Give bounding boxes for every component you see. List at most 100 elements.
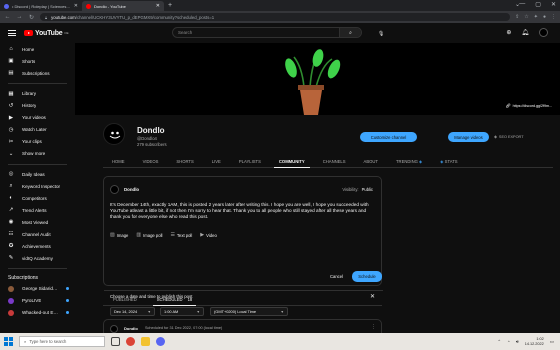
clock[interactable]: 1:02 14.12.2022 (525, 337, 544, 347)
close-icon[interactable]: ✕ (156, 3, 160, 9)
maximize-icon[interactable]: ▢ (535, 1, 541, 8)
url-field[interactable]: 🔒︎ youtube.com/channel/UCKHY3UVYTU_p_dEP… (40, 13, 511, 21)
scheduled-count: 18 (187, 297, 193, 302)
close-icon[interactable]: ✕ (74, 3, 78, 9)
text-poll-button[interactable]: ☰ Text poll (170, 232, 192, 238)
sidebar-item-most-viewed[interactable]: ◉ Most Viewed (0, 216, 75, 228)
window-controls: — ▢ ✕ (519, 1, 556, 8)
sidebar-item-keyword-inspector[interactable]: ⌕ Keyword Inspector (0, 180, 75, 192)
youtube-logo[interactable]: YouTube DE (24, 30, 69, 37)
date-select[interactable]: Dec 14, 2024 ▼ (110, 307, 155, 316)
schedule-button[interactable]: Schedule (352, 271, 382, 282)
notifications-icon[interactable]: ▭ (550, 339, 554, 345)
author-avatar (110, 325, 118, 333)
new-tab-button[interactable]: + (164, 1, 176, 11)
microphone-icon[interactable]: 🎙︎ (378, 31, 384, 37)
tab-shorts[interactable]: SHORTS (167, 155, 202, 168)
minimize-icon[interactable]: — (519, 1, 525, 8)
sidebar-item-your-clips[interactable]: ✂ Your clips (0, 136, 75, 148)
sidebar-item-watch-later[interactable]: ◷ Watch Later (0, 124, 75, 136)
browser-tab-youtube[interactable]: Dondlo - YouTube ✕ (82, 1, 164, 11)
tab-channels[interactable]: CHANNELS (314, 155, 355, 168)
subscription-item[interactable]: George Sidaridis ... (0, 283, 75, 295)
time-select[interactable]: 1:00 AM ▼ (160, 307, 204, 316)
channel-avatar[interactable] (103, 123, 125, 145)
forward-icon[interactable]: → (16, 14, 23, 20)
banner-link[interactable]: 🔗︎ https://discord.gg/2f9m... (506, 103, 552, 108)
profile-icon[interactable]: ● (543, 14, 546, 20)
volume-icon[interactable]: 🔊︎ (516, 339, 519, 344)
account-avatar[interactable] (539, 28, 548, 37)
windows-start-icon[interactable] (4, 337, 13, 346)
reload-icon[interactable]: ↻ (28, 14, 35, 21)
channel-avatar (8, 309, 14, 316)
close-window-icon[interactable]: ✕ (551, 1, 556, 8)
post-text-field[interactable]: It's December 14th, exactly 1AM, this is… (110, 202, 378, 221)
browser-menu-icon[interactable]: ⋮ (551, 14, 556, 20)
file-explorer-icon[interactable] (141, 337, 150, 346)
more-options-icon[interactable]: ⋮ (371, 324, 376, 330)
share-icon[interactable]: ⇪ (515, 14, 519, 20)
author-avatar (110, 185, 119, 194)
extensions-icon[interactable]: ✦ (534, 14, 538, 20)
tray-chevron-icon[interactable]: ⌃ (497, 339, 501, 345)
sidebar-item-home[interactable]: ⌂ Home (0, 43, 75, 55)
new-content-dot (66, 287, 69, 290)
bookmark-star-icon[interactable]: ☆ (524, 14, 528, 20)
discord-icon[interactable] (156, 337, 165, 346)
visibility-selector[interactable]: Visibility: Public (342, 187, 373, 192)
sidebar-item-vidiq-academy[interactable]: ✎ vidIQ Academy (0, 252, 75, 264)
timezone-select[interactable]: (GMT+0200) Local Time ▼ (210, 307, 288, 316)
customize-channel-button[interactable]: Customize channel (360, 132, 417, 142)
sidebar-item-channel-audit[interactable]: ☷ Channel Audit (0, 228, 75, 240)
tab-playlists[interactable]: PLAYLISTS (230, 155, 270, 168)
tab-trending[interactable]: TRENDING ◈ (387, 155, 431, 168)
create-icon[interactable]: ⊕ (506, 29, 511, 36)
sidebar-item-trend-alerts[interactable]: ↗ Trend Alerts (0, 204, 75, 216)
image-poll-button[interactable]: ▥ Image poll (136, 232, 162, 238)
sidebar-item-subscriptions[interactable]: ▤ Subscriptions (0, 67, 75, 79)
caret-down-icon: ▼ (280, 309, 284, 314)
sidebar-item-show-more[interactable]: ⌄ Show more (0, 148, 75, 160)
tab-community[interactable]: COMMUNITY (270, 155, 314, 168)
menu-icon[interactable] (8, 30, 16, 36)
sidebar-item-history[interactable]: ↺ History (0, 100, 75, 112)
cancel-button[interactable]: Cancel (330, 274, 343, 279)
tab-published[interactable]: PUBLISHED (103, 294, 147, 306)
seo-export-button[interactable]: ◈ SEO EXPORT (494, 134, 524, 140)
search-icon[interactable]: ⌕ (339, 28, 361, 37)
sidebar-item-label: Your clips (22, 139, 42, 144)
banner-link-text: https://discord.gg/2f9m... (512, 103, 552, 108)
video-button[interactable]: ▶ Video (200, 232, 217, 238)
tab-stats[interactable]: ◈ STATS (431, 155, 466, 168)
subscription-item[interactable]: Whacked-out Ent... (0, 307, 75, 319)
image-button[interactable]: ▨ Image (110, 232, 128, 238)
manage-videos-button[interactable]: Manage videos (448, 132, 489, 142)
scheduled-post-card: Dondlo Scheduled for 31 Dec 2022, 07:00 … (103, 319, 382, 333)
back-icon[interactable]: ← (4, 14, 11, 20)
browser-tab-discord[interactable]: • Discord | Roleplay | Sciences Of... ✕ (0, 1, 82, 11)
sidebar-item-daily-ideas[interactable]: ◎ Daily Ideas (0, 168, 75, 180)
search-input[interactable]: Search (173, 30, 339, 35)
sidebar-item-library[interactable]: ▦ Library (0, 88, 75, 100)
tab-scheduled[interactable]: SCHEDULED 18 (147, 294, 203, 306)
subscription-item[interactable]: PyroLIVE (0, 295, 75, 307)
sidebar-item-achievements[interactable]: ✪ Achievements (0, 240, 75, 252)
network-icon[interactable]: ◔ (507, 339, 510, 344)
chrome-icon[interactable] (126, 337, 135, 346)
notifications-icon[interactable]: 🔔︎ (521, 29, 529, 36)
divider (8, 83, 67, 84)
sidebar: ⌂ Home ▣ Shorts ▤ Subscriptions ▦ Library ↺ H… (0, 43, 75, 333)
tab-home[interactable]: HOME (103, 155, 134, 168)
divider (104, 290, 383, 291)
sidebar-item-your-videos[interactable]: ▶ Your videos (0, 112, 75, 124)
sidebar-item-shorts[interactable]: ▣ Shorts (0, 55, 75, 67)
channel-audit-icon: ☷ (8, 231, 14, 237)
tab-videos[interactable]: VIDEOS (134, 155, 168, 168)
lock-icon[interactable]: 🔒︎ (45, 15, 47, 20)
tab-live[interactable]: LIVE (203, 155, 230, 168)
tab-about[interactable]: ABOUT (355, 155, 387, 168)
sidebar-item-competitors[interactable]: ◐ Competitors (0, 192, 75, 204)
taskbar-search[interactable]: ⌕ Type here to search (19, 336, 105, 347)
task-view-icon[interactable] (111, 337, 120, 346)
